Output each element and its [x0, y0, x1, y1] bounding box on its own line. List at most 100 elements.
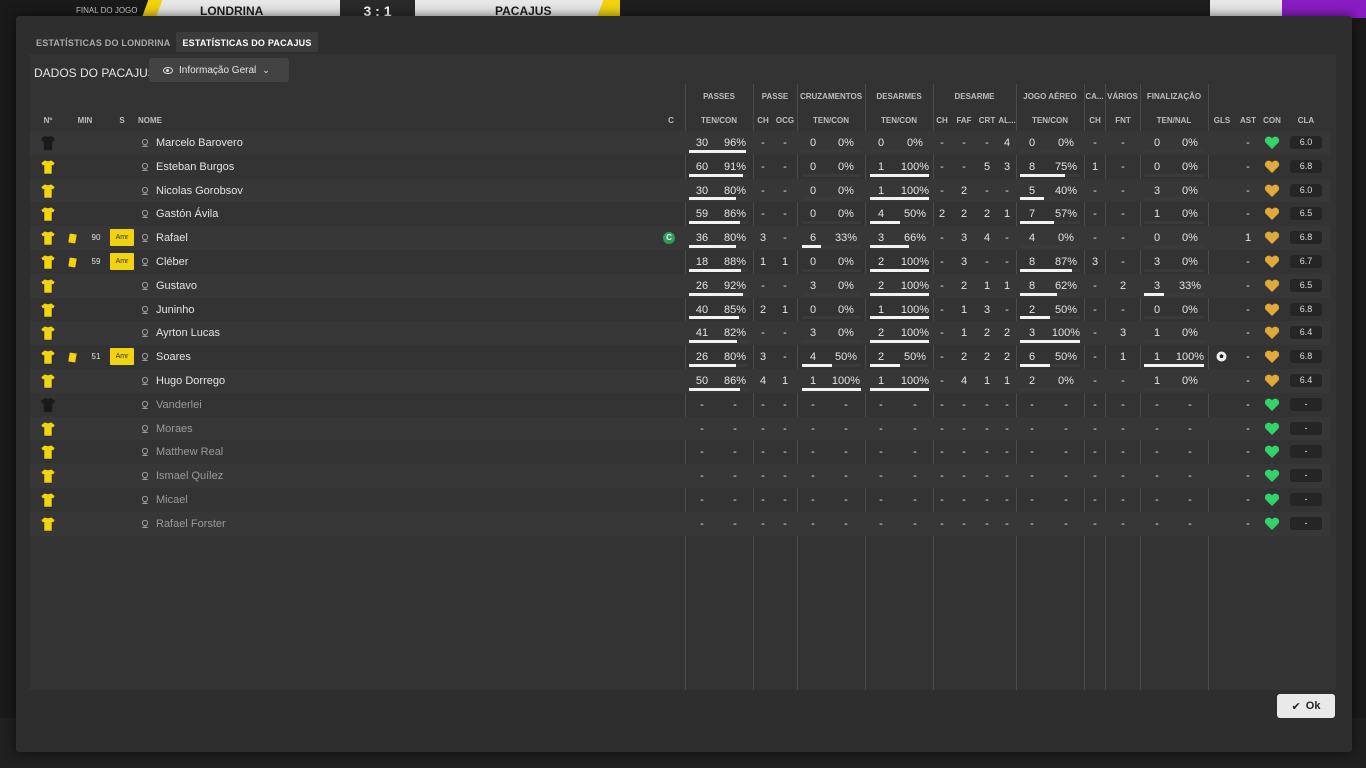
- column-header-name[interactable]: NOME: [138, 116, 178, 125]
- player-name[interactable]: Moraes: [156, 417, 456, 441]
- column-header-gls[interactable]: GLS: [1212, 116, 1232, 125]
- table-row[interactable]: Esteban Burgos 60 91% - -0 0% 1 100% - -5 3 8 75% 1-0…: [30, 155, 1330, 179]
- table-row[interactable]: Gustavo 26 92% - -3 0% 2 100% -2 1 1 8 62% -2 3 33% -6.5: [30, 273, 1330, 298]
- stat-cell: -: [1005, 422, 1009, 435]
- stat-cell: -: [1188, 422, 1192, 435]
- progress-bar: [1144, 292, 1204, 296]
- column-header-ch3[interactable]: CH: [1087, 116, 1103, 125]
- column-header-cla[interactable]: CLA: [1296, 116, 1316, 125]
- shirt-icon: [40, 445, 56, 460]
- stat-cell: -: [1093, 327, 1097, 340]
- column-header-aerial[interactable]: TEN/CON: [1016, 116, 1084, 125]
- column-header-fnt[interactable]: FNT: [1113, 116, 1133, 125]
- stat-cell: 1: [781, 303, 789, 316]
- column-header-ocg[interactable]: OCG: [775, 116, 795, 125]
- column-header-shots[interactable]: TEN/NAL: [1140, 116, 1208, 125]
- column-header-ch1[interactable]: CH: [755, 116, 771, 125]
- stat-cell: 3: [1119, 327, 1127, 340]
- stat-cell: -: [1121, 398, 1125, 411]
- player-name[interactable]: Hugo Dorrego: [156, 369, 456, 393]
- column-header-ch2[interactable]: CH: [934, 116, 950, 125]
- column-header-crt[interactable]: CRT: [978, 116, 996, 125]
- player-name[interactable]: Gustavo: [156, 274, 456, 298]
- stat-cell: -: [1121, 137, 1125, 149]
- player-name[interactable]: Vanderlei: [156, 393, 456, 417]
- stat-cell: -: [940, 398, 944, 411]
- column-header-tackles[interactable]: TEN/CON: [865, 116, 933, 125]
- stat-cell: 1: [960, 303, 968, 316]
- column-header-al[interactable]: AL...: [998, 116, 1016, 125]
- table-row[interactable]: Nicolas Gorobsov 30 80% - -0 0% 1 100% -2- -5 40% -…: [30, 178, 1330, 203]
- table-row[interactable]: Vanderlei - - - - - - - - - - - - - - - - - - - -: [30, 393, 1330, 417]
- person-icon: [141, 162, 149, 171]
- column-header-num[interactable]: Nº: [38, 116, 58, 125]
- table-row[interactable]: Ayrton Lucas 41 82% - -3 0% 2 100% -1 2 2 3 100% -3 1 0…: [30, 321, 1330, 346]
- column-header-s[interactable]: S: [116, 116, 128, 125]
- player-name[interactable]: Matthew Real: [156, 440, 456, 464]
- progress-bar: [802, 268, 861, 272]
- rating-badge: 6.0: [1290, 136, 1322, 149]
- player-name[interactable]: Ismael Quílez: [156, 464, 456, 488]
- table-row[interactable]: Ismael Quílez - - - - - - - - - - - - - - - - - - - -: [30, 464, 1330, 488]
- stat-cell: -: [962, 446, 966, 459]
- person-icon: [141, 353, 149, 362]
- view-select[interactable]: Informação Geral ⌄: [149, 58, 289, 82]
- stat-cell: 2: [983, 327, 991, 340]
- stat-cell: -: [811, 517, 815, 530]
- stat-cell: -: [1093, 303, 1097, 316]
- stat-cell: -: [1121, 517, 1125, 530]
- table-row[interactable]: Gastón Ávila 59 86% - -0 0% 4 50% 2 2 2 1 7 57% - -1 0% -…: [30, 202, 1330, 226]
- stat-cell: 3: [960, 232, 968, 245]
- player-name[interactable]: Soares: [156, 345, 456, 369]
- table-row[interactable]: Marcelo Barovero 30 96% - -0 0% 0 0% - - -4 0 0% - -0 0…: [30, 131, 1330, 155]
- player-name[interactable]: Marcelo Barovero: [156, 131, 456, 155]
- column-header-faf[interactable]: FAF: [955, 116, 973, 125]
- column-header-cross[interactable]: TEN/CON: [797, 116, 865, 125]
- tab-pacajus-stats[interactable]: ESTATÍSTICAS DO PACAJUS: [176, 32, 318, 52]
- stat-cell: -: [700, 398, 704, 411]
- football-icon: [1216, 351, 1227, 362]
- player-name[interactable]: Gastón Ávila: [156, 202, 456, 226]
- table-row[interactable]: Moraes - - - - - - - - - - - - - - - - - - - -: [30, 416, 1330, 441]
- column-header-c[interactable]: C: [666, 116, 676, 125]
- progress-bar: [1144, 244, 1204, 248]
- stat-cell: 4: [983, 232, 991, 245]
- stat-cell: -: [700, 493, 704, 506]
- table-row[interactable]: Micael - - - - - - - - - - - - - - - - - - - -: [30, 488, 1330, 512]
- stat-cell: -: [1121, 303, 1125, 316]
- stat-cell: 1: [1244, 232, 1252, 245]
- column-header-ast[interactable]: AST: [1238, 116, 1258, 125]
- progress-bar: [870, 340, 929, 344]
- column-header-con[interactable]: CON: [1262, 116, 1282, 125]
- table-row[interactable]: Rafael 90 Amr C 36 80% 3-6 33% 3 66% -3 4-4 0% - -0 0% 1…: [30, 226, 1330, 250]
- table-row[interactable]: Soares 51 Amr 26 80% 3-4 50% 2 50% -2 2 2 6 50% -1 1 100…: [30, 345, 1330, 369]
- sub-minute: 90: [91, 233, 101, 243]
- person-icon: [141, 257, 149, 266]
- stat-cell: -: [940, 137, 944, 149]
- player-name[interactable]: Rafael: [156, 226, 456, 250]
- stat-cell: 1: [983, 374, 991, 387]
- column-header-min[interactable]: MIN: [75, 116, 95, 125]
- player-name[interactable]: Esteban Burgos: [156, 155, 456, 179]
- tab-londrina-stats[interactable]: ESTATÍSTICAS DO LONDRINA: [30, 32, 176, 52]
- player-name[interactable]: Juninho: [156, 298, 456, 322]
- table-row[interactable]: Rafael Forster - - - - - - - - - - - - - - - - - - - -: [30, 511, 1330, 536]
- progress-bar: [802, 316, 861, 320]
- table-row[interactable]: Cléber 59 Amr 18 88% 1 1 0 0% 2 100% -3- -8 87% 3-3 0% -…: [30, 250, 1330, 274]
- progress-bar: [1020, 363, 1080, 367]
- person-icon: [141, 472, 149, 481]
- ok-button[interactable]: ✔ Ok: [1277, 694, 1335, 718]
- table-row[interactable]: Hugo Dorrego 50 86% 4 1 1 100% 1 100% -4 1 1 2 0% - -1 0…: [30, 368, 1330, 393]
- stat-cell: -: [1093, 279, 1097, 292]
- stat-cell: -: [1155, 493, 1159, 506]
- table-row[interactable]: Matthew Real - - - - - - - - - - - - - - - - - - - -: [30, 440, 1330, 464]
- stat-cell: -: [940, 303, 944, 316]
- player-name[interactable]: Nicolas Gorobsov: [156, 179, 456, 203]
- player-name[interactable]: Ayrton Lucas: [156, 321, 456, 345]
- person-icon: [141, 305, 149, 314]
- player-name[interactable]: Rafael Forster: [156, 512, 456, 536]
- table-row[interactable]: Juninho 40 85% 2 1 0 0% 1 100% -1 3-2 50% - -0 0% -6.8: [30, 298, 1330, 322]
- player-name[interactable]: Micael: [156, 488, 456, 512]
- player-name[interactable]: Cléber: [156, 250, 456, 274]
- column-header-passes[interactable]: TEN/CON: [685, 116, 753, 125]
